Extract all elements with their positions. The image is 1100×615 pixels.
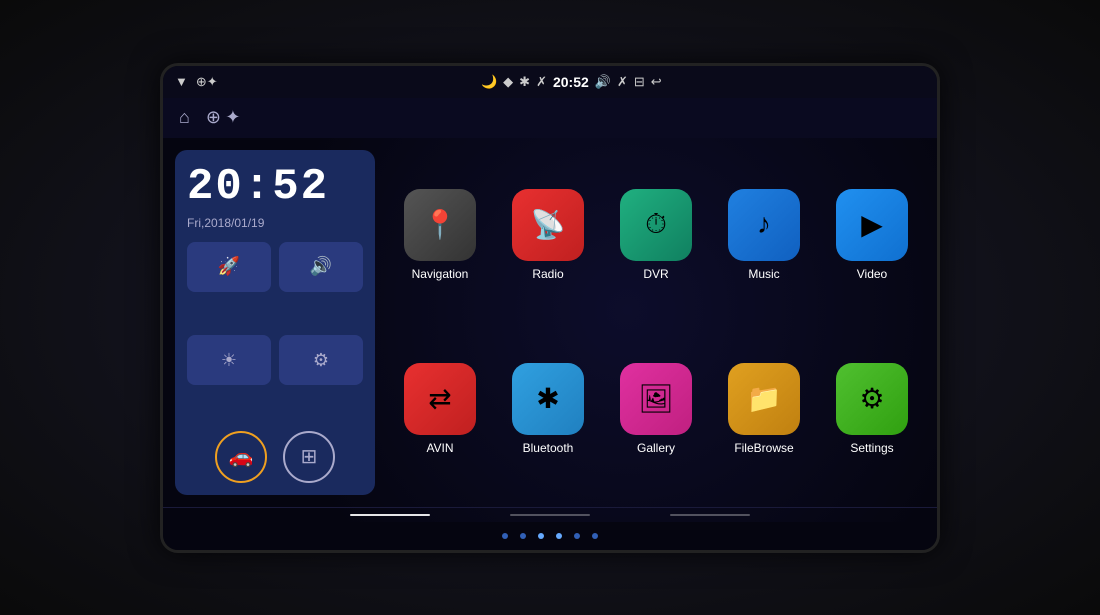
- car-button[interactable]: 🚗: [215, 431, 267, 483]
- music-label: Music: [748, 267, 779, 281]
- navigation-icon: 📍: [404, 189, 476, 261]
- home-icon[interactable]: ⌂: [179, 107, 190, 128]
- left-panel: 20:52 Fri,2018/01/19 🚀 🔊 ☀ ⚙ 🚗 ⊞: [175, 150, 375, 495]
- dvr-label: DVR: [643, 267, 668, 281]
- window-icon: ⊟: [634, 74, 645, 90]
- app-video[interactable]: ▶ Video: [823, 154, 921, 318]
- apps-button[interactable]: ⊞: [283, 431, 335, 483]
- app-grid: 📍 Navigation 📡 Radio ⏱ DVR ♪ Music ▶ Video ⇄ AVIN ✱ B…: [387, 150, 925, 495]
- dot-1: [502, 533, 508, 539]
- volume-button[interactable]: 🔊: [279, 242, 363, 292]
- app-music[interactable]: ♪ Music: [715, 154, 813, 318]
- status-left: ▼ ⊕✦: [175, 74, 218, 90]
- app-bluetooth[interactable]: ✱ Bluetooth: [499, 327, 597, 491]
- music-icon: ♪: [728, 189, 800, 261]
- filebrowse-icon: 📁: [728, 363, 800, 435]
- app-filebrowse[interactable]: 📁 FileBrowse: [715, 327, 813, 491]
- dot-2: [520, 533, 526, 539]
- bottom-controls: 🚗 ⊞: [187, 431, 363, 483]
- apps-icon[interactable]: ⊕ ✦: [206, 107, 241, 128]
- bluetooth-label: Bluetooth: [523, 441, 574, 455]
- settings-icon: ⚙: [836, 363, 908, 435]
- app-settings[interactable]: ⚙ Settings: [823, 327, 921, 491]
- filebrowse-label: FileBrowse: [734, 441, 793, 455]
- video-icon: ▶: [836, 189, 908, 261]
- dot-5: [574, 533, 580, 539]
- close-icon: ✗: [617, 74, 628, 90]
- brightness-button[interactable]: ☀: [187, 335, 271, 385]
- screen-bezel: ▼ ⊕✦ 🌙 ◆ ✱ ✗ 20:52 🔊 ✗ ⊟ ↩ ⌂ ⊕ ✦: [160, 63, 940, 553]
- radio-icon: 📡: [512, 189, 584, 261]
- dot-4: [556, 533, 562, 539]
- dvr-icon: ⏱: [620, 189, 692, 261]
- date-display: Fri,2018/01/19: [187, 216, 363, 230]
- volume-icon: 🔊: [595, 74, 611, 90]
- moon-icon: 🌙: [481, 74, 497, 90]
- bluetooth-icon: ✱: [512, 363, 584, 435]
- status-bar: ▼ ⊕✦ 🌙 ◆ ✱ ✗ 20:52 🔊 ✗ ⊟ ↩: [163, 66, 937, 98]
- avin-label: AVIN: [426, 441, 453, 455]
- nav-bar: ⌂ ⊕ ✦: [163, 98, 937, 138]
- dropdown-icon: ▼: [175, 74, 188, 90]
- car-frame: ▼ ⊕✦ 🌙 ◆ ✱ ✗ 20:52 🔊 ✗ ⊟ ↩ ⌂ ⊕ ✦: [0, 0, 1100, 615]
- app-gallery[interactable]: 🖼 Gallery: [607, 327, 705, 491]
- gallery-icon: 🖼: [620, 363, 692, 435]
- bluetooth-status-icon: ✱: [519, 74, 530, 90]
- app-radio[interactable]: 📡 Radio: [499, 154, 597, 318]
- radio-label: Radio: [532, 267, 563, 281]
- avin-icon: ⇄: [404, 363, 476, 435]
- status-center: 🌙 ◆ ✱ ✗ 20:52 🔊 ✗ ⊟ ↩: [481, 74, 662, 90]
- location-icon: ◆: [503, 74, 513, 90]
- main-screen: ⌂ ⊕ ✦ 20:52 Fri,2018/01/19 🚀 🔊 ☀ ⚙: [163, 98, 937, 522]
- dot-3: [538, 533, 544, 539]
- settings-label: Settings: [850, 441, 893, 455]
- gallery-label: Gallery: [637, 441, 675, 455]
- page-line-2: [510, 514, 590, 516]
- menu-dot-icon: ⊕✦: [196, 74, 218, 90]
- status-time: 20:52: [553, 74, 589, 90]
- signal-icon: ✗: [536, 74, 547, 90]
- app-avin[interactable]: ⇄ AVIN: [391, 327, 489, 491]
- content-area: 20:52 Fri,2018/01/19 🚀 🔊 ☀ ⚙ 🚗 ⊞: [163, 138, 937, 507]
- back-icon[interactable]: ↩: [651, 74, 662, 90]
- app-dvr[interactable]: ⏱ DVR: [607, 154, 705, 318]
- page-line-1: [350, 514, 430, 516]
- indicator-bar: [163, 522, 937, 550]
- page-indicators: [163, 507, 937, 522]
- app-navigation[interactable]: 📍 Navigation: [391, 154, 489, 318]
- equalizer-button[interactable]: ⚙: [279, 335, 363, 385]
- dot-6: [592, 533, 598, 539]
- video-label: Video: [857, 267, 887, 281]
- quick-controls: 🚀 🔊 ☀ ⚙: [187, 242, 363, 421]
- rocket-button[interactable]: 🚀: [187, 242, 271, 292]
- clock-display: 20:52: [187, 162, 363, 212]
- navigation-label: Navigation: [412, 267, 469, 281]
- page-line-3: [670, 514, 750, 516]
